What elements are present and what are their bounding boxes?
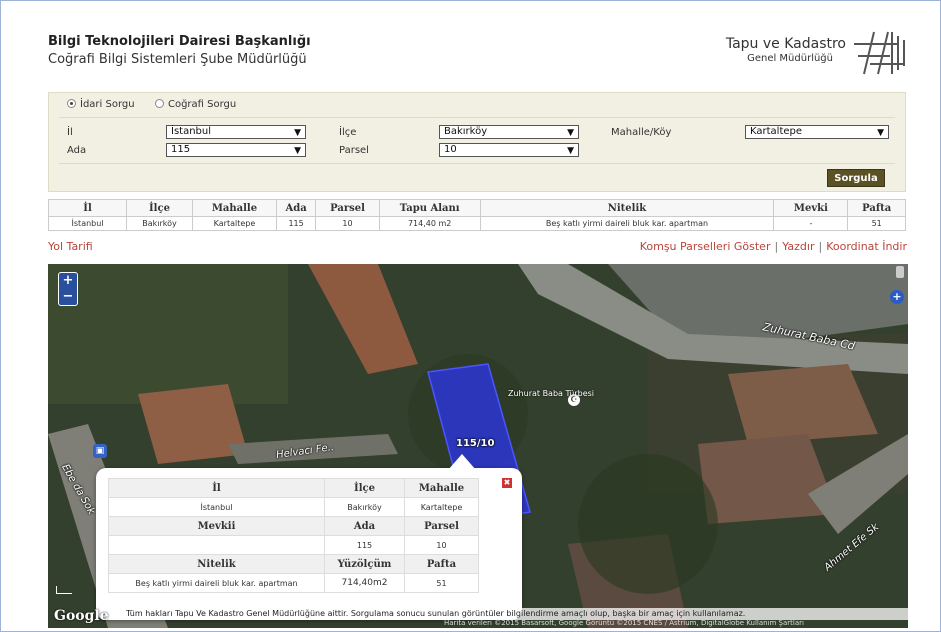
header-subtitle: Coğrafi Bilgi Sistemleri Şube Müdürlüğü <box>48 52 307 67</box>
parsel-label: Parsel <box>339 145 369 156</box>
yazdir-link[interactable]: Yazdır <box>782 240 814 253</box>
parcel-info-popup: ✖ İl İlçe Mahalle İstanbul Bakırköy Kartalte… <box>96 454 522 620</box>
divider <box>59 117 895 118</box>
sorgula-button[interactable]: Sorgula <box>827 169 885 187</box>
ilce-label: İlçe <box>339 127 357 138</box>
popup-cell: Bakırköy <box>324 497 405 517</box>
popup-header: İl <box>108 478 325 498</box>
parcel-label: 115/10 <box>456 438 495 449</box>
query-panel: İdari Sorgu Coğrafi Sorgu İl İstanbul ▼ A… <box>48 92 906 192</box>
column-header: İl <box>47 199 128 217</box>
chevron-down-icon: ▼ <box>294 128 301 138</box>
table-cell: 115 <box>276 216 317 231</box>
komsu-parselleri-link[interactable]: Komşu Parselleri Göster <box>640 240 771 253</box>
popup-cell: 115 <box>324 535 405 555</box>
separator: | <box>818 240 823 253</box>
popup-header: Yüzölçüm <box>324 554 405 574</box>
yol-tarifi-link[interactable]: Yol Tarifi <box>48 240 93 253</box>
il-select[interactable]: İstanbul ▼ <box>166 125 306 139</box>
results-table: İl İlçe Mahalle Ada Parsel Tapu Alanı Nitelik M… <box>47 199 906 231</box>
table-cell: 51 <box>847 216 906 231</box>
zoom-control: + − <box>58 272 78 306</box>
table-row: İstanbul Bakırköy Kartaltepe 115 10 714,40 m2… <box>47 216 906 231</box>
close-icon[interactable]: ✖ <box>502 478 512 488</box>
popup-header: Ada <box>324 516 405 536</box>
popup-cell: İstanbul <box>108 497 325 517</box>
header: Bilgi Teknolojileri Dairesi Başkanlığı C… <box>48 31 908 84</box>
idari-label: İdari Sorgu <box>80 99 135 110</box>
column-header: Nitelik <box>479 199 775 217</box>
popup-cell <box>108 535 325 555</box>
parsel-select[interactable]: 10 ▼ <box>439 143 579 157</box>
column-header: İlçe <box>126 199 193 217</box>
ada-label: Ada <box>67 145 87 156</box>
org-name: Tapu ve Kadastro <box>725 36 846 52</box>
table-cell: İstanbul <box>47 216 128 231</box>
divider <box>59 163 895 164</box>
idari-radio[interactable] <box>67 99 76 108</box>
chevron-down-icon: ▼ <box>294 146 301 156</box>
mahalle-value: Kartaltepe <box>750 126 803 137</box>
popup-cell: 10 <box>404 535 479 555</box>
ada-value: 115 <box>171 144 191 155</box>
map-links: Komşu Parselleri Göster | Yazdır | Koordinat… <box>640 240 907 253</box>
parsel-value: 10 <box>444 144 457 155</box>
popup-header: Mevkii <box>108 516 325 536</box>
cografi-label: Coğrafi Sorgu <box>167 99 237 110</box>
popup-cell: Beş katlı yirmi daireli bluk kar. apartm… <box>108 573 325 593</box>
map-credits: Harita verileri ©2015 Basarsoft, Google … <box>444 619 804 627</box>
ada-select[interactable]: 115 ▼ <box>166 143 306 157</box>
column-header: Mahalle <box>191 199 278 217</box>
il-value: İstanbul <box>171 126 212 137</box>
popup-header: İlçe <box>324 478 405 498</box>
popup-tip <box>448 454 476 470</box>
column-header: Parsel <box>315 199 380 217</box>
map-scroll-handle[interactable] <box>896 266 904 278</box>
poi-label: Zuhurat Baba Türbesi <box>508 389 595 398</box>
zoom-out-button[interactable]: − <box>59 289 77 305</box>
table-cell: Beş katlı yirmi daireli bluk kar. apartm… <box>479 216 775 231</box>
map-scale <box>56 586 72 594</box>
column-header: Mevki <box>773 199 849 217</box>
map-view[interactable]: + − + ▣ Zuhurat Baba Cd Helvacı Fe.. Ahm… <box>48 264 908 628</box>
expand-icon[interactable]: + <box>890 290 904 304</box>
table-cell: 714,40 m2 <box>378 216 481 231</box>
popup-cell: Kartaltepe <box>404 497 479 517</box>
mahalle-select[interactable]: Kartaltepe ▼ <box>745 125 889 139</box>
column-header: Tapu Alanı <box>378 199 481 217</box>
org-sub: Genel Müdürlüğü <box>747 53 833 64</box>
bus-stop-icon[interactable]: ▣ <box>93 444 107 458</box>
popup-table: İl İlçe Mahalle İstanbul Bakırköy Kartaltepe… <box>108 478 479 593</box>
separator: | <box>774 240 779 253</box>
mahalle-label: Mahalle/Köy <box>611 127 672 138</box>
table-cell: - <box>773 216 849 231</box>
zoom-in-button[interactable]: + <box>59 273 77 289</box>
popup-cell: 51 <box>404 573 479 593</box>
popup-header: Mahalle <box>404 478 479 498</box>
google-logo: Google <box>54 608 109 624</box>
column-header: Pafta <box>847 199 906 217</box>
il-label: İl <box>67 127 73 138</box>
table-cell: Bakırköy <box>126 216 193 231</box>
ilce-select[interactable]: Bakırköy ▼ <box>439 125 579 139</box>
popup-header: Nitelik <box>108 554 325 574</box>
column-header: Ada <box>276 199 317 217</box>
koordinat-indir-link[interactable]: Koordinat İndir <box>826 240 907 253</box>
header-title: Bilgi Teknolojileri Dairesi Başkanlığı <box>48 34 311 49</box>
popup-cell: 714,40m2 <box>324 573 405 593</box>
chevron-down-icon: ▼ <box>877 128 884 138</box>
popup-header: Pafta <box>404 554 479 574</box>
cografi-radio[interactable] <box>154 99 164 108</box>
chevron-down-icon: ▼ <box>567 128 574 138</box>
chevron-down-icon: ▼ <box>567 146 574 156</box>
table-cell: 10 <box>315 216 380 231</box>
popup-header: Parsel <box>404 516 479 536</box>
tkgm-logo-icon <box>854 31 905 75</box>
ilce-value: Bakırköy <box>444 126 488 137</box>
query-mode: İdari Sorgu Coğrafi Sorgu <box>67 99 236 110</box>
table-cell: Kartaltepe <box>191 216 278 231</box>
